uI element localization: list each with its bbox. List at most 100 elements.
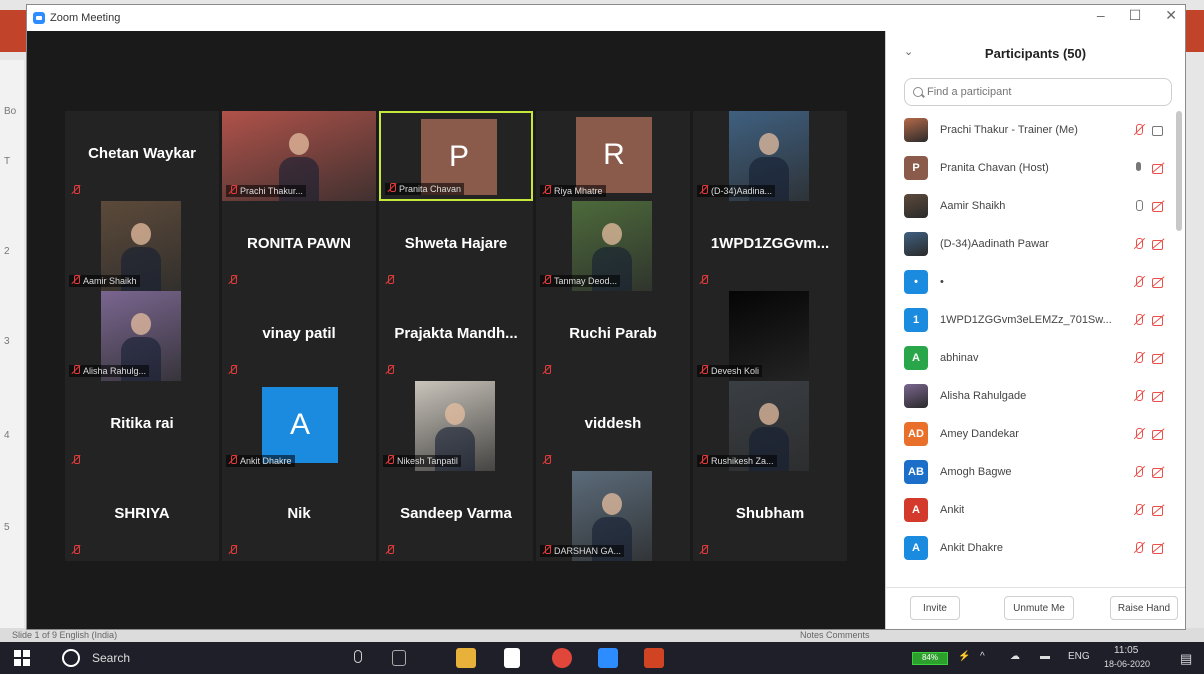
muted-mic-icon[interactable]: [1132, 503, 1146, 517]
video-tile[interactable]: RONITA PAWN: [222, 201, 376, 291]
muted-mic-icon[interactable]: [1132, 351, 1146, 365]
video-tile[interactable]: R Riya Mhatre: [536, 111, 690, 201]
video-tile[interactable]: A Ankit Dhakre: [222, 381, 376, 471]
video-off-icon[interactable]: [1152, 391, 1166, 402]
minimize-button[interactable]: –: [1097, 7, 1105, 24]
video-tile[interactable]: Tanmay Deod...: [536, 201, 690, 291]
muted-mic-icon: [228, 275, 238, 285]
video-tile[interactable]: Chetan Waykar: [65, 111, 219, 201]
muted-mic-icon[interactable]: [1132, 427, 1146, 441]
video-tile[interactable]: Shubham: [693, 471, 847, 561]
video-icon[interactable]: [1152, 125, 1166, 136]
battery-indicator[interactable]: 84%: [912, 652, 948, 665]
participant-name-label: DARSHAN GA...: [540, 545, 625, 557]
muted-mic-icon: [71, 275, 81, 285]
muted-mic-icon[interactable]: [1132, 465, 1146, 479]
powerpoint-icon[interactable]: [644, 648, 664, 668]
person-head-shape: [289, 133, 309, 155]
zoom-logo-icon: [33, 12, 45, 24]
video-tile[interactable]: Prajakta Mandh...: [379, 291, 533, 381]
muted-mic-icon: [228, 365, 238, 375]
participant-row[interactable]: P Pranita Chavan (Host): [886, 149, 1174, 187]
chevron-up-icon[interactable]: ^: [980, 651, 985, 662]
muted-mic-icon[interactable]: [1132, 123, 1146, 137]
video-off-icon[interactable]: [1152, 163, 1166, 174]
participant-row[interactable]: AB Amogh Bagwe: [886, 453, 1174, 491]
participant-row[interactable]: • •: [886, 263, 1174, 301]
maximize-button[interactable]: ☐: [1129, 7, 1142, 24]
clock-date[interactable]: 18-06-2020: [1104, 659, 1150, 669]
video-tile[interactable]: Nik: [222, 471, 376, 561]
video-off-icon[interactable]: [1152, 505, 1166, 516]
video-tile[interactable]: DARSHAN GA...: [536, 471, 690, 561]
close-button[interactable]: ✕: [1165, 7, 1177, 24]
video-tile[interactable]: Devesh Koli: [693, 291, 847, 381]
video-tile[interactable]: Rushikesh Za...: [693, 381, 847, 471]
zoom-taskbar-icon[interactable]: [598, 648, 618, 668]
video-off-icon[interactable]: [1152, 277, 1166, 288]
unmute-me-button[interactable]: Unmute Me: [1004, 596, 1074, 620]
participant-row[interactable]: AD Amey Dandekar: [886, 415, 1174, 453]
mic-icon[interactable]: [1132, 161, 1146, 175]
participant-row[interactable]: Aabhinav: [886, 339, 1174, 377]
participant-name: •: [940, 276, 944, 288]
muted-mic-icon: [228, 545, 238, 555]
video-tile[interactable]: Ritika rai: [65, 381, 219, 471]
video-tile[interactable]: SHRIYA: [65, 471, 219, 561]
mic-icon[interactable]: [1132, 199, 1146, 213]
participant-row[interactable]: Aamir Shaikh: [886, 187, 1174, 225]
muted-mic-icon[interactable]: [1132, 275, 1146, 289]
muted-mic-icon[interactable]: [1132, 237, 1146, 251]
language-indicator[interactable]: ENG: [1068, 651, 1090, 662]
participant-name: vinay patil: [262, 325, 336, 342]
participant-search-input[interactable]: [927, 86, 1157, 98]
participant-name: Ankit Dhakre: [240, 456, 292, 466]
video-tile[interactable]: Alisha Rahulg...: [65, 291, 219, 381]
video-off-icon[interactable]: [1152, 429, 1166, 440]
participant-row[interactable]: A Ankit: [886, 491, 1174, 529]
video-tile[interactable]: (D-34)Aadina...: [693, 111, 847, 201]
participant-row[interactable]: Alisha Rahulgade: [886, 377, 1174, 415]
video-off-icon[interactable]: [1152, 201, 1166, 212]
invite-button[interactable]: Invite: [910, 596, 960, 620]
video-tile[interactable]: Shweta Hajare: [379, 201, 533, 291]
windows-start-icon[interactable]: [14, 650, 30, 666]
taskbar-search[interactable]: Search: [92, 651, 130, 665]
task-view-icon[interactable]: [392, 650, 406, 666]
participant-row[interactable]: A Ankit Dhakre: [886, 529, 1174, 567]
charging-icon: ⚡: [958, 651, 971, 662]
participant-search[interactable]: [904, 78, 1172, 106]
video-off-icon[interactable]: [1152, 315, 1166, 326]
video-tile[interactable]: Aamir Shaikh: [65, 201, 219, 291]
cortana-icon[interactable]: [62, 649, 80, 667]
participant-row[interactable]: (D-34)Aadinath Pawar: [886, 225, 1174, 263]
participant-list-scrollbar[interactable]: [1176, 111, 1182, 231]
network-icon[interactable]: ☁: [1010, 651, 1020, 662]
muted-mic-icon[interactable]: [1132, 313, 1146, 327]
volume-icon[interactable]: ▬: [1040, 651, 1050, 662]
video-off-icon[interactable]: [1152, 239, 1166, 250]
video-tile[interactable]: Nikesh Tanpatil: [379, 381, 533, 471]
video-off-icon[interactable]: [1152, 543, 1166, 554]
microphone-icon[interactable]: [354, 650, 362, 663]
clock-time[interactable]: 11:05: [1114, 645, 1138, 656]
chrome-icon[interactable]: [552, 648, 572, 668]
video-tile[interactable]: P Pranita Chavan: [379, 111, 533, 201]
raise-hand-button[interactable]: Raise Hand: [1110, 596, 1178, 620]
pdf-document-icon[interactable]: [504, 648, 520, 668]
muted-mic-icon[interactable]: [1132, 541, 1146, 555]
video-tile[interactable]: viddesh: [536, 381, 690, 471]
participant-row[interactable]: 1 1WPD1ZGGvm3eLEMZz_701Sw...: [886, 301, 1174, 339]
muted-mic-icon[interactable]: [1132, 389, 1146, 403]
video-off-icon[interactable]: [1152, 353, 1166, 364]
video-tile[interactable]: Prachi Thakur...: [222, 111, 376, 201]
file-explorer-icon[interactable]: [456, 648, 476, 668]
video-tile[interactable]: Sandeep Varma: [379, 471, 533, 561]
notifications-icon[interactable]: ▤: [1180, 651, 1192, 667]
participant-row[interactable]: Prachi Thakur - Trainer (Me): [886, 111, 1174, 149]
video-tile[interactable]: vinay patil: [222, 291, 376, 381]
collapse-chevron-icon[interactable]: ⌄: [904, 45, 913, 58]
video-off-icon[interactable]: [1152, 467, 1166, 478]
video-tile[interactable]: 1WPD1ZGGvm...: [693, 201, 847, 291]
video-tile[interactable]: Ruchi Parab: [536, 291, 690, 381]
